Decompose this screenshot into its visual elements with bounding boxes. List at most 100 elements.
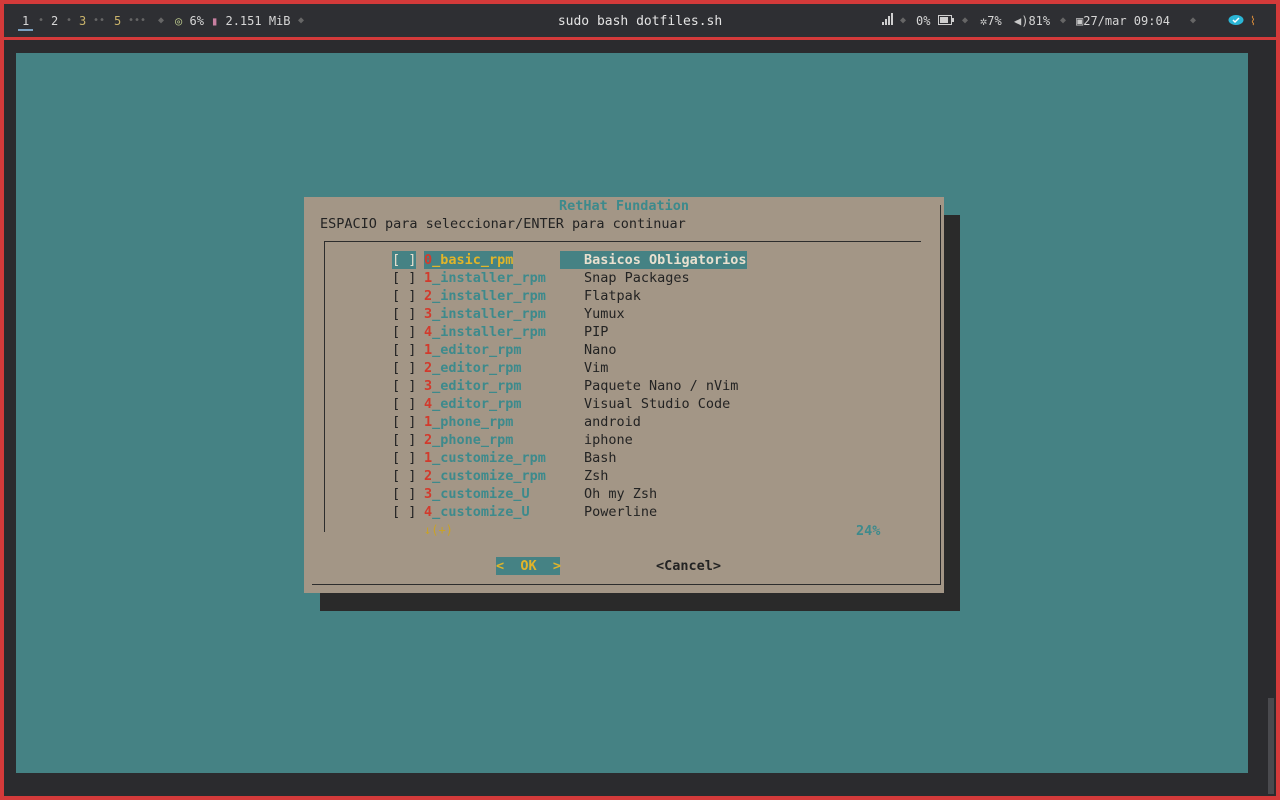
checkbox[interactable]: [ ] (392, 467, 416, 485)
checkbox[interactable]: [ ] (392, 269, 416, 287)
item-tag-name: _customize_U (432, 486, 530, 502)
datetime-indicator: ▣27/mar 09:04 (1076, 13, 1170, 29)
item-tag: 3_editor_rpm (424, 377, 522, 395)
item-description: Visual Studio Code (584, 396, 731, 412)
item-description: Basicos Obligatorios (560, 251, 747, 269)
checkbox[interactable]: [ ] (392, 395, 416, 413)
checkbox[interactable]: [ ] (392, 485, 416, 503)
signal-icon (882, 13, 894, 29)
item-description: Zsh (584, 468, 609, 484)
item-tag-name: _basic_rpm (432, 252, 514, 268)
item-tag: 1_customize_rpm (424, 449, 546, 467)
checkbox[interactable]: [ ] (392, 359, 416, 377)
speaker-icon: ◀) (1014, 14, 1029, 28)
item-description: PIP (584, 324, 609, 340)
item-tag-number: 2 (424, 468, 433, 484)
item-tag-number: 2 (424, 360, 433, 376)
checkbox[interactable]: [ ] (392, 341, 416, 359)
checkbox[interactable]: [ ] (392, 413, 416, 431)
item-tag-name: _editor_rpm (432, 396, 522, 412)
item-tag-number: 1 (424, 342, 433, 358)
item-description: Paquete Nano / nVim (584, 378, 739, 394)
checkbox[interactable]: [ ] (392, 287, 416, 305)
item-tag-name: _installer_rpm (432, 288, 546, 304)
item-description: Oh my Zsh (584, 486, 658, 502)
item-tag: 1_phone_rpm (424, 413, 513, 431)
checkbox[interactable]: [ ] (392, 323, 416, 341)
volume-indicator[interactable]: ◀)81% (1014, 13, 1050, 29)
item-tag: 4_installer_rpm (424, 323, 546, 341)
separator-diamond-icon: ◆ (1190, 15, 1197, 26)
separator-diamond-icon: ◆ (900, 15, 907, 26)
item-tag: 3_installer_rpm (424, 305, 546, 323)
item-tag-name: _installer_rpm (432, 306, 546, 322)
item-tag-name: _editor_rpm (432, 342, 522, 358)
checkbox[interactable]: [ ] (392, 377, 416, 395)
item-tag-name: _customize_rpm (432, 450, 546, 466)
item-tag: 4_customize_U (424, 503, 530, 521)
item-tag: 2_installer_rpm (424, 287, 546, 305)
item-tag: 2_customize_rpm (424, 467, 546, 485)
item-description: iphone (584, 432, 633, 448)
item-tag-number: 1 (424, 450, 433, 466)
ok-button[interactable]: < OK > (496, 557, 561, 575)
item-description: android (584, 414, 641, 430)
item-tag-name: _installer_rpm (432, 270, 546, 286)
item-description: Bash (584, 450, 617, 466)
item-tag-number: 2 (424, 288, 433, 304)
dialog-instructions: ESPACIO para seleccionar/ENTER para cont… (320, 216, 686, 232)
item-tag-number: 4 (424, 324, 433, 340)
item-tag-number: 1 (424, 270, 433, 286)
item-tag-number: 3 (424, 378, 433, 394)
item-tag: 2_editor_rpm (424, 359, 522, 377)
item-description: Snap Packages (584, 270, 690, 286)
item-tag: 2_phone_rpm (424, 431, 513, 449)
item-tag-name: _customize_U (432, 504, 530, 520)
item-tag-name: _editor_rpm (432, 378, 522, 394)
item-tag-number: 2 (424, 432, 433, 448)
battery-icon (938, 13, 954, 29)
item-tag-name: _installer_rpm (432, 324, 546, 340)
checkbox[interactable]: [ ] (392, 305, 416, 323)
item-description: Vim (584, 360, 609, 376)
item-tag-number: 3 (424, 306, 433, 322)
dialog-title: RetHat Fundation (558, 198, 690, 214)
checkbox[interactable]: [ ] (392, 431, 416, 449)
paperclip-icon[interactable]: ⌇ (1250, 13, 1256, 29)
more-items-indicator: ↓(+) (424, 523, 453, 537)
separator-diamond-icon: ◆ (1060, 15, 1067, 26)
item-tag-number: 1 (424, 414, 433, 430)
scroll-percent: 24% (856, 523, 881, 539)
terminal-scrollbar[interactable] (1268, 698, 1274, 794)
datetime-value: 27/mar 09:04 (1083, 14, 1170, 28)
item-description: Powerline (584, 504, 658, 520)
item-tag: 1_editor_rpm (424, 341, 522, 359)
top-bar: 1 • 2 • 3 •• 5 ••• ◆ ◎ 6% ▮ 2.151 MiB ◆ … (4, 4, 1276, 40)
item-tag-number: 4 (424, 504, 433, 520)
checkbox[interactable]: [ ] (392, 449, 416, 467)
item-tag-name: _customize_rpm (432, 468, 546, 484)
volume-value: 81% (1028, 14, 1051, 28)
item-tag-number: 4 (424, 396, 433, 412)
checklist-dialog: RetHat Fundation ESPACIO para selecciona… (304, 197, 944, 593)
item-description: Yumux (584, 306, 625, 322)
item-tag-number: 3 (424, 486, 433, 502)
cancel-button[interactable]: <Cancel> (656, 557, 721, 575)
item-tag: 1_installer_rpm (424, 269, 546, 287)
item-tag: 4_editor_rpm (424, 395, 522, 413)
separator-diamond-icon: ◆ (962, 15, 969, 26)
item-tag: 3_customize_U (424, 485, 530, 503)
item-tag-name: _phone_rpm (432, 414, 514, 430)
item-description: Flatpak (584, 288, 641, 304)
cloud-sync-icon[interactable] (1228, 13, 1244, 29)
checkbox[interactable]: [ ] (392, 251, 416, 269)
item-description: Nano (584, 342, 617, 358)
item-tag: 0_basic_rpm (424, 251, 514, 269)
item-tag-number: 0 (424, 252, 433, 268)
brightness-indicator: ✲7% (980, 13, 1002, 29)
network-value: 0% (916, 14, 931, 28)
brightness-value: 7% (987, 14, 1002, 28)
item-tag-name: _phone_rpm (432, 432, 514, 448)
item-tag-name: _editor_rpm (432, 360, 522, 376)
checkbox[interactable]: [ ] (392, 503, 416, 521)
